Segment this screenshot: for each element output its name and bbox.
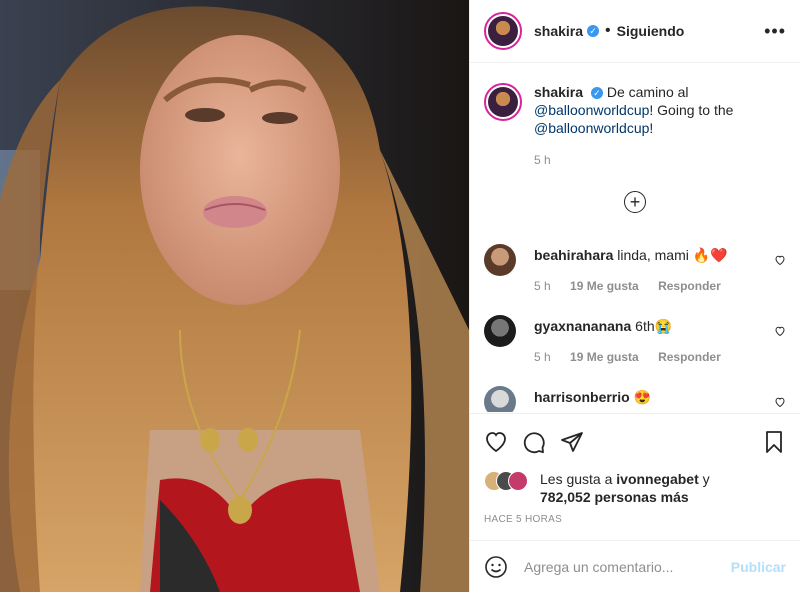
comment-text: 6th😭 xyxy=(635,318,673,334)
comment-text: linda, mami 🔥❤️ xyxy=(617,247,728,263)
caption-mention-2[interactable]: @balloonworldcup xyxy=(534,120,649,136)
caption-username[interactable]: shakira xyxy=(534,84,583,100)
comments-list[interactable]: beahirahara linda, mami 🔥❤️ 5 h 19 Me gu… xyxy=(484,244,786,412)
like-comment-heart-icon[interactable] xyxy=(774,325,786,337)
caption-text-3: ! xyxy=(649,120,654,136)
comment-item: gyaxnananana 6th😭 5 h 19 Me gusta Respon… xyxy=(484,315,786,386)
likes-count[interactable]: 782,052 personas más xyxy=(540,489,689,505)
author-username[interactable]: shakira xyxy=(534,23,583,39)
emoji-icon[interactable] xyxy=(484,555,508,579)
separator-dot: • xyxy=(605,22,611,39)
commenter-avatar[interactable] xyxy=(484,315,516,347)
comment-text: 😍 xyxy=(633,389,652,405)
reply-button[interactable]: Responder xyxy=(658,350,721,364)
verified-badge-icon: ✓ xyxy=(590,87,603,99)
caption-text-1: De camino al xyxy=(606,84,689,100)
likes-summary: Les gusta a ivonnegabet y 782,052 person… xyxy=(484,470,786,506)
share-paper-plane-icon[interactable] xyxy=(560,430,584,454)
caption-mention-1[interactable]: @balloonworldcup xyxy=(534,102,649,118)
comment-time: 5 h xyxy=(534,279,551,293)
commenter-avatar[interactable] xyxy=(484,386,516,412)
comment-item: harrisonberrio 😍 xyxy=(484,386,786,412)
comment-time: 5 h xyxy=(534,350,551,364)
comment-item: beahirahara linda, mami 🔥❤️ 5 h 19 Me gu… xyxy=(484,244,786,315)
post-photo[interactable] xyxy=(0,0,469,592)
author-avatar[interactable] xyxy=(484,12,522,50)
post-header: shakira ✓ • Siguiendo ••• xyxy=(470,0,800,63)
reply-button[interactable]: Responder xyxy=(658,279,721,293)
save-bookmark-icon[interactable] xyxy=(762,430,786,454)
caption-text-2: ! Going to the xyxy=(649,102,734,118)
caption-avatar[interactable] xyxy=(484,83,522,121)
publish-button[interactable]: Publicar xyxy=(731,559,786,575)
like-heart-icon[interactable] xyxy=(484,430,508,454)
verified-badge-icon: ✓ xyxy=(587,25,600,37)
likes-conj: y xyxy=(702,471,710,487)
likes-user[interactable]: ivonnegabet xyxy=(616,471,698,487)
commenter-avatar[interactable] xyxy=(484,244,516,276)
comment-username[interactable]: gyaxnananana xyxy=(534,318,631,334)
post-side-panel: shakira ✓ • Siguiendo ••• shakira ✓ De c… xyxy=(469,0,800,592)
posted-time[interactable]: HACE 5 HORAS xyxy=(484,514,786,525)
load-more-comments-icon[interactable]: + xyxy=(624,191,646,213)
comment-bubble-icon[interactable] xyxy=(522,430,546,454)
comment-username[interactable]: harrisonberrio xyxy=(534,389,630,405)
likes-prefix: Les gusta a xyxy=(540,471,613,487)
comment-likes[interactable]: 19 Me gusta xyxy=(570,350,639,364)
post-image xyxy=(0,0,469,592)
following-button[interactable]: Siguiendo xyxy=(617,23,685,39)
liker-avatars[interactable] xyxy=(484,471,534,491)
add-comment-bar: Publicar xyxy=(470,540,800,592)
comment-username[interactable]: beahirahara xyxy=(534,247,613,263)
comment-likes[interactable]: 19 Me gusta xyxy=(570,279,639,293)
comment-input[interactable] xyxy=(522,557,731,576)
caption-time: 5 h xyxy=(534,153,551,167)
like-comment-heart-icon[interactable] xyxy=(774,254,786,266)
more-options-icon[interactable]: ••• xyxy=(764,21,786,42)
post-caption: shakira ✓ De camino al @balloonworldcup!… xyxy=(470,63,800,169)
post-actions: Les gusta a ivonnegabet y 782,052 person… xyxy=(470,413,800,525)
like-comment-heart-icon[interactable] xyxy=(774,396,786,408)
